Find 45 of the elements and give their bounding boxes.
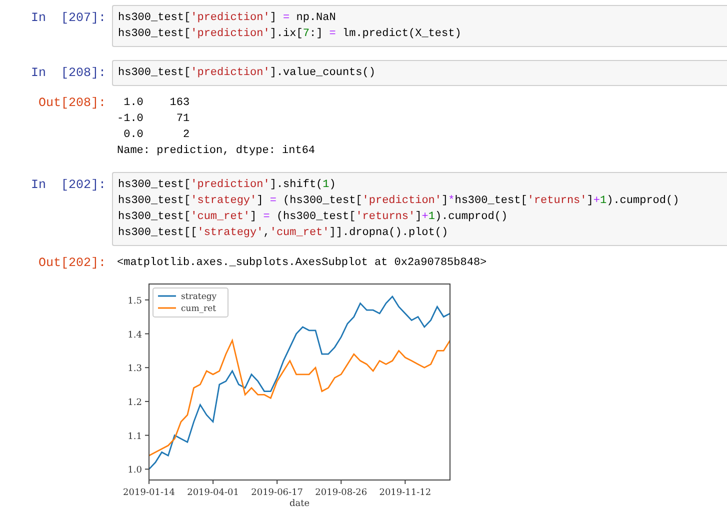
cell-prompt: In [208]:: [30, 65, 107, 81]
tick-label: 2019-11-12: [379, 488, 432, 498]
tick-label: 1.3: [128, 364, 142, 374]
tick-label: 2019-06-17: [251, 488, 304, 498]
legend-label: strategy: [181, 292, 217, 302]
tick-mark: [144, 434, 150, 436]
code-cell[interactable]: hs300_test['prediction'] = np.NaN hs300_test['prediction'].ix[7:] = lm.predict(X_test): [112, 5, 727, 47]
tick-mark: [144, 333, 150, 334]
output-text: -1.0 71: [117, 112, 190, 127]
code-line: hs300_test['cum_ret'] = (hs300_test['returns']+1).cumprod(): [118, 210, 508, 225]
code-line: hs300_test['strategy'] = (hs300_test['prediction']*hs300_test['returns']+1).cumprod(): [118, 194, 680, 209]
tick-label: 1.2: [128, 398, 142, 408]
tick-mark: [144, 400, 150, 402]
code-line: hs300_test['prediction'].value_counts(): [118, 66, 376, 81]
code-line: hs300_test['prediction'].ix[7:] = lm.predict(X_test): [118, 27, 462, 42]
code-line: hs300_test['prediction'].shift(1): [118, 178, 336, 193]
tick-label: 1.4: [128, 330, 142, 340]
tick-label: 2019-08-26: [315, 488, 368, 498]
output-text: 1.0 163: [122, 96, 190, 111]
tick-mark: [144, 299, 150, 300]
tick-mark: [212, 480, 214, 484]
axis-label: date: [289, 499, 310, 507]
code-line: hs300_test['prediction'] = np.NaN: [118, 11, 336, 26]
output-text: <matplotlib.axes._subplots.AxesSubplot at 0x2a90785b848>: [117, 256, 487, 271]
tick-mark: [144, 468, 150, 470]
tick-mark: [340, 480, 342, 484]
tick-label: 2019-04-01: [187, 488, 239, 498]
code-line: hs300_test[['strategy','cum_ret']].dropna().plot(): [118, 226, 448, 241]
tick-mark: [276, 480, 278, 484]
tick-label: 2019-01-14: [123, 488, 175, 498]
output-text: 0.0 2: [122, 128, 190, 143]
output-text: Name: prediction, dtype: int64: [117, 144, 316, 159]
cell-prompt: Out[208]:: [37, 95, 107, 111]
tick-mark: [148, 480, 150, 484]
code-cell[interactable]: hs300_test['prediction'].value_counts(): [112, 60, 727, 86]
cell-prompt: In [207]:: [30, 10, 107, 26]
tick-label: 1.1: [128, 432, 142, 442]
legend-label: cum_ret: [181, 304, 216, 314]
tick-mark: [144, 367, 150, 368]
cell-prompt: Out[202]:: [37, 255, 107, 271]
tick-mark: [404, 480, 406, 484]
cell-prompt: In [202]:: [30, 177, 107, 193]
tick-label: 1.0: [128, 466, 142, 476]
tick-label: 1.5: [128, 296, 142, 306]
code-cell[interactable]: [112, 172, 727, 246]
